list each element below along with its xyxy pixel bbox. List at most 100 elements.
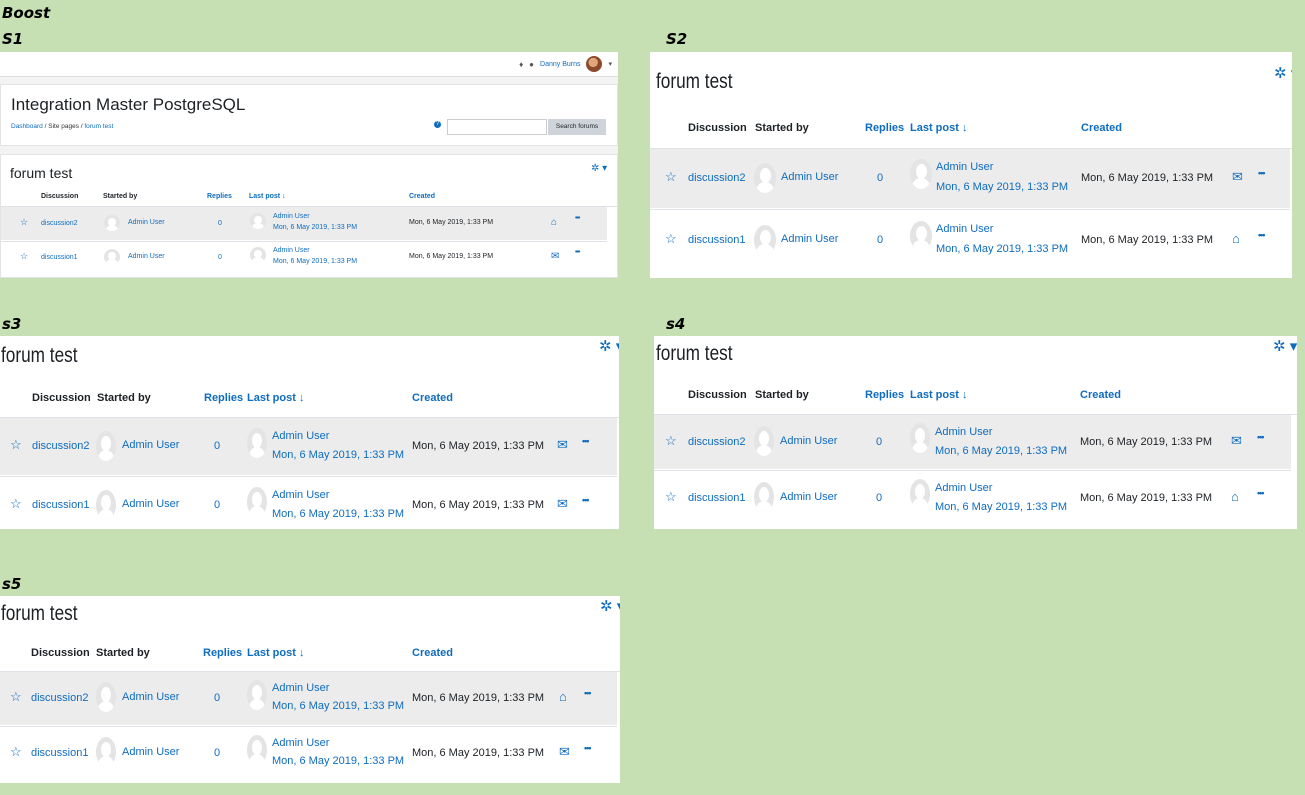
replies-count[interactable]: 0	[877, 234, 883, 246]
star-icon[interactable]: ☆	[20, 251, 28, 262]
envelope-closed-icon[interactable]: ✉	[559, 744, 570, 760]
replies-count[interactable]: 0	[218, 220, 222, 227]
col-started-by[interactable]: Started by	[755, 122, 809, 134]
last-post-date[interactable]: Mon, 6 May 2019, 1:33 PM	[935, 445, 1067, 457]
col-discussion[interactable]: Discussion	[688, 389, 747, 401]
table-row[interactable]: ☆ discussion2 Admin User 0 Admin User Mo…	[0, 418, 617, 475]
star-icon[interactable]: ☆	[665, 231, 677, 247]
col-replies[interactable]: Replies	[865, 389, 904, 401]
star-icon[interactable]: ☆	[665, 433, 677, 449]
discussion-link[interactable]: discussion2	[32, 440, 89, 452]
last-post-date[interactable]: Mon, 6 May 2019, 1:33 PM	[273, 258, 357, 265]
more-icon[interactable]: •••	[1258, 168, 1266, 178]
star-icon[interactable]: ☆	[20, 217, 28, 228]
started-by-link[interactable]: Admin User	[781, 233, 838, 245]
star-icon[interactable]: ☆	[10, 496, 22, 512]
replies-count[interactable]: 0	[877, 172, 883, 184]
table-row[interactable]: ☆ discussion1 Admin User 0 Admin User Mo…	[0, 476, 617, 529]
envelope-open-icon[interactable]: ⌂	[1231, 489, 1239, 504]
last-post-user[interactable]: Admin User	[272, 682, 329, 694]
started-by-link[interactable]: Admin User	[122, 746, 179, 758]
user-avatar[interactable]	[586, 56, 603, 72]
star-icon[interactable]: ☆	[10, 689, 22, 705]
table-row[interactable]: ☆ discussion1 Admin User 0 Admin User Mo…	[1, 241, 607, 275]
envelope-open-icon[interactable]: ⌂	[551, 217, 557, 228]
user-name[interactable]: Danny Burns	[540, 61, 580, 68]
col-discussion[interactable]: Discussion	[31, 647, 90, 659]
chat-icon[interactable]: ●	[529, 60, 534, 69]
started-by-link[interactable]: Admin User	[780, 435, 837, 447]
envelope-closed-icon[interactable]: ✉	[557, 496, 568, 512]
table-row[interactable]: ☆ discussion2 Admin User 0 Admin User Mo…	[654, 415, 1291, 469]
star-icon[interactable]: ☆	[665, 169, 677, 185]
gear-icon[interactable]: ✲ ▾	[599, 337, 619, 355]
envelope-open-icon[interactable]: ⌂	[1232, 231, 1240, 246]
more-icon[interactable]: •••	[1257, 488, 1265, 498]
discussion-link[interactable]: discussion1	[688, 234, 745, 246]
breadcrumb-dashboard[interactable]: Dashboard	[11, 123, 43, 130]
discussion-link[interactable]: discussion2	[41, 220, 78, 227]
more-icon[interactable]: •••	[575, 215, 580, 222]
more-icon[interactable]: •••	[1258, 230, 1266, 240]
table-row[interactable]: ☆ discussion1 Admin User 0 Admin User Mo…	[0, 726, 617, 782]
search-input[interactable]	[447, 119, 547, 135]
table-row[interactable]: ☆ discussion2 Admin User 0 Admin User Mo…	[650, 149, 1290, 208]
last-post-date[interactable]: Mon, 6 May 2019, 1:33 PM	[936, 181, 1068, 193]
last-post-user[interactable]: Admin User	[273, 213, 310, 220]
col-replies[interactable]: Replies	[207, 193, 232, 200]
last-post-user[interactable]: Admin User	[935, 426, 992, 438]
more-icon[interactable]: •••	[582, 495, 590, 505]
more-icon[interactable]: •••	[582, 436, 590, 446]
search-forums-button[interactable]: Search forums	[548, 119, 606, 135]
more-icon[interactable]: •••	[575, 249, 580, 256]
col-started-by[interactable]: Started by	[103, 193, 137, 200]
started-by-link[interactable]: Admin User	[128, 253, 165, 260]
more-icon[interactable]: •••	[584, 688, 592, 698]
discussion-link[interactable]: discussion2	[688, 436, 745, 448]
last-post-date[interactable]: Mon, 6 May 2019, 1:33 PM	[272, 449, 404, 461]
started-by-link[interactable]: Admin User	[122, 498, 179, 510]
breadcrumb-forum-test[interactable]: forum test	[84, 123, 113, 130]
discussion-link[interactable]: discussion1	[688, 492, 745, 504]
col-replies[interactable]: Replies	[204, 392, 243, 404]
col-started-by[interactable]: Started by	[96, 647, 150, 659]
col-last-post[interactable]: Last post ↓	[910, 122, 967, 134]
user-menu[interactable]: ♦ ● Danny Burns ▾	[519, 56, 612, 72]
col-started-by[interactable]: Started by	[755, 389, 809, 401]
discussion-link[interactable]: discussion1	[41, 254, 78, 261]
last-post-date[interactable]: Mon, 6 May 2019, 1:33 PM	[936, 243, 1068, 255]
col-discussion[interactable]: Discussion	[41, 193, 78, 200]
last-post-user[interactable]: Admin User	[272, 489, 329, 501]
col-created[interactable]: Created	[412, 392, 453, 404]
last-post-user[interactable]: Admin User	[935, 482, 992, 494]
last-post-user[interactable]: Admin User	[936, 223, 993, 235]
gear-icon[interactable]: ✲ ▾	[591, 163, 607, 174]
col-discussion[interactable]: Discussion	[32, 392, 91, 404]
last-post-date[interactable]: Mon, 6 May 2019, 1:33 PM	[272, 700, 404, 712]
col-replies[interactable]: Replies	[203, 647, 242, 659]
envelope-closed-icon[interactable]: ✉	[1232, 169, 1243, 185]
replies-count[interactable]: 0	[218, 254, 222, 261]
table-row[interactable]: ☆ discussion2 Admin User 0 Admin User Mo…	[0, 672, 617, 725]
col-started-by[interactable]: Started by	[97, 392, 151, 404]
started-by-link[interactable]: Admin User	[781, 171, 838, 183]
envelope-open-icon[interactable]: ⌂	[559, 689, 567, 704]
last-post-user[interactable]: Admin User	[272, 430, 329, 442]
discussion-link[interactable]: discussion1	[32, 499, 89, 511]
chevron-down-icon[interactable]: ▾	[608, 60, 612, 68]
envelope-closed-icon[interactable]: ✉	[551, 251, 559, 262]
gear-icon[interactable]: ✲ ▾	[1274, 64, 1292, 82]
last-post-date[interactable]: Mon, 6 May 2019, 1:33 PM	[935, 501, 1067, 513]
help-icon[interactable]: ?	[434, 121, 441, 128]
last-post-date[interactable]: Mon, 6 May 2019, 1:33 PM	[272, 508, 404, 520]
replies-count[interactable]: 0	[214, 499, 220, 511]
col-created[interactable]: Created	[412, 647, 453, 659]
discussion-link[interactable]: discussion2	[688, 172, 745, 184]
last-post-date[interactable]: Mon, 6 May 2019, 1:33 PM	[272, 755, 404, 767]
col-last-post[interactable]: Last post ↓	[247, 647, 304, 659]
gear-icon[interactable]: ✲ ▾	[600, 597, 620, 615]
replies-count[interactable]: 0	[214, 692, 220, 704]
table-row[interactable]: ☆ discussion2 Admin User 0 Admin User Mo…	[1, 207, 607, 240]
discussion-link[interactable]: discussion2	[31, 692, 88, 704]
more-icon[interactable]: •••	[584, 743, 592, 753]
